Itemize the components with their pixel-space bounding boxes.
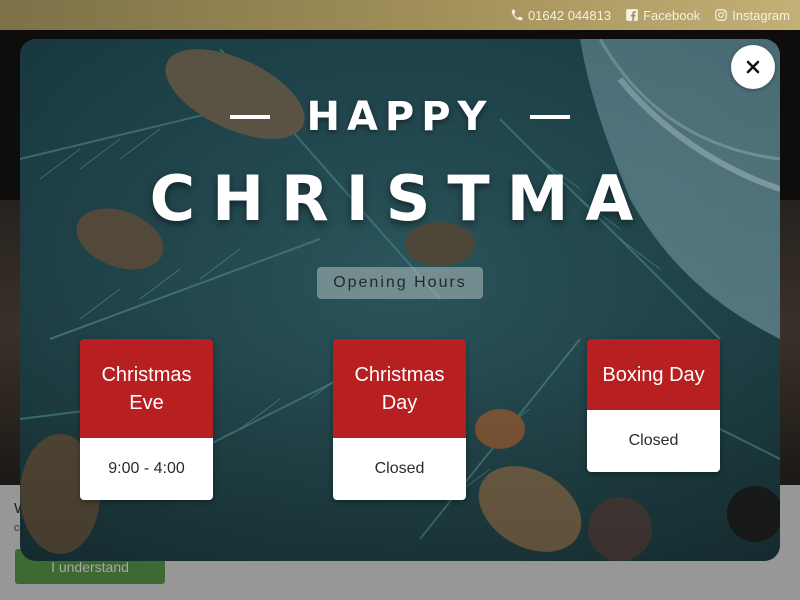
- happy-heading-row: HAPPY: [20, 89, 780, 145]
- facebook-icon: [626, 9, 638, 21]
- top-bar: 01642 044813 Facebook Instagram: [0, 0, 800, 30]
- day-card-boxing-day: Boxing Day Closed: [587, 339, 720, 472]
- day-card-title: Boxing Day: [587, 339, 720, 410]
- day-card-christmas-day: Christmas Day Closed: [333, 339, 466, 500]
- day-card-christmas-eve: Christmas Eve 9:00 - 4:00: [80, 339, 213, 500]
- facebook-label: Facebook: [643, 7, 701, 23]
- christmas-popup: HAPPY CHRISTMA Opening Hours Christmas E…: [20, 39, 780, 561]
- happy-heading: HAPPY: [306, 94, 494, 140]
- phone-icon: [511, 9, 523, 21]
- phone-link[interactable]: 01642 044813: [510, 8, 611, 23]
- close-icon: [746, 60, 760, 74]
- top-bar-links: 01642 044813 Facebook Instagram: [510, 0, 790, 30]
- opening-hours-label: Opening Hours: [317, 267, 483, 299]
- facebook-link[interactable]: Facebook: [625, 8, 700, 23]
- christmas-title: CHRISTMA: [149, 162, 651, 235]
- instagram-icon: [715, 9, 728, 21]
- close-button[interactable]: [731, 45, 775, 89]
- instagram-label: Instagram: [732, 7, 790, 23]
- right-dash: [529, 115, 570, 119]
- phone-number: 01642 044813: [527, 7, 612, 23]
- day-card-hours: Closed: [587, 410, 720, 472]
- day-card-title: Christmas Day: [333, 339, 466, 438]
- day-card-hours: 9:00 - 4:00: [80, 438, 213, 500]
- instagram-link[interactable]: Instagram: [714, 8, 790, 23]
- day-card-hours: Closed: [333, 438, 466, 500]
- day-card-title: Christmas Eve: [80, 339, 213, 438]
- left-dash: [230, 115, 271, 119]
